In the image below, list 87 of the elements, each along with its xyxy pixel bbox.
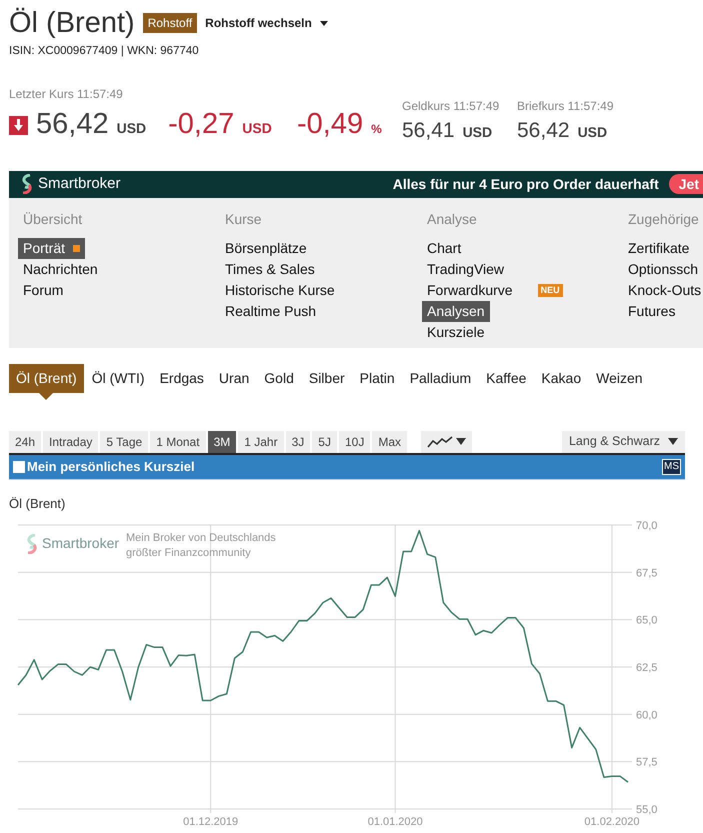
- checkbox[interactable]: [13, 460, 25, 473]
- axis-label: 62,5: [636, 662, 658, 674]
- quote-label: Briefkurs 11:57:49: [517, 98, 614, 116]
- currency: USD: [242, 119, 272, 138]
- currency: USD: [578, 123, 608, 142]
- percent-change: -0,49: [297, 107, 364, 142]
- menu-heading: Kurse: [225, 210, 262, 229]
- chart-title: Öl (Brent): [9, 494, 66, 513]
- period-button[interactable]: Max: [372, 430, 407, 453]
- cta-button[interactable]: Jet: [668, 174, 703, 194]
- axis-label: 55,0: [636, 804, 658, 816]
- axis-label: 01.02.2020: [584, 816, 640, 828]
- menu-link[interactable]: Forwardkurve: [422, 280, 518, 301]
- last-price: 56,42: [36, 107, 109, 142]
- menu-link[interactable]: TradingView: [422, 258, 510, 280]
- exchange-dropdown[interactable]: Lang & Schwarz: [562, 430, 685, 453]
- commodity-tab[interactable]: Weizen: [589, 364, 650, 393]
- watermark-text: Mein Broker von Deutschlands größter Finanzcommunity: [126, 531, 277, 562]
- menu-link[interactable]: Forum: [18, 280, 68, 301]
- menu-link[interactable]: Knock-Outs: [623, 280, 703, 301]
- axis-label: 60,0: [636, 710, 658, 722]
- category-badge: Rohstoff: [142, 13, 198, 33]
- commodity-tab[interactable]: Kakao: [534, 364, 588, 393]
- pointer-icon: [39, 392, 54, 400]
- menu-link[interactable]: Realtime Push: [220, 300, 322, 322]
- commodity-tab[interactable]: Uran: [212, 364, 256, 393]
- menu-link[interactable]: Historische Kurse: [220, 280, 340, 301]
- period-button[interactable]: 1 Monat: [150, 430, 206, 453]
- switch-dropdown[interactable]: Rohstoff wechseln: [205, 14, 328, 32]
- chart-type-button[interactable]: [421, 430, 472, 453]
- bid-price: 56,41: [402, 118, 455, 144]
- menu-heading: Analyse: [427, 210, 477, 229]
- percent-sign: %: [371, 121, 382, 138]
- quote-label: Geldkurs 11:57:49: [402, 98, 500, 116]
- axis-label: 70,0: [636, 520, 658, 532]
- promo-text: Alles für nur 4 Euro pro Order dauerhaft: [392, 174, 659, 194]
- period-button[interactable]: Intraday: [43, 430, 98, 453]
- new-badge: NEU: [538, 284, 563, 297]
- price-change: -0,27: [168, 107, 234, 142]
- menu-link[interactable]: Times & Sales: [220, 258, 320, 280]
- logo-icon: [21, 174, 33, 194]
- period-button[interactable]: 5 Tage: [100, 430, 148, 453]
- axis-label: 01.12.2019: [183, 816, 238, 828]
- axis-label: 65,0: [636, 614, 658, 627]
- axis-label: 57,5: [636, 756, 658, 769]
- target-label: Mein persönliches Kursziel: [27, 458, 195, 476]
- commodity-tab[interactable]: Platin: [352, 364, 402, 393]
- line-chart-icon: [427, 436, 453, 448]
- menu-link[interactable]: Börsenplätze: [220, 238, 312, 259]
- ask-price: 56,42: [517, 118, 570, 144]
- menu-link[interactable]: Chart: [422, 238, 466, 259]
- commodity-tab[interactable]: Erdgas: [152, 364, 211, 393]
- brand-name: Smartbroker: [38, 174, 121, 194]
- caret-icon: [456, 438, 466, 446]
- period-button[interactable]: 24h: [9, 430, 42, 453]
- period-button[interactable]: 1 Jahr: [238, 430, 284, 453]
- commodity-tab[interactable]: Öl (WTI): [84, 364, 152, 393]
- marker-icon: [73, 244, 80, 252]
- caret-icon: [668, 438, 678, 446]
- menu-link[interactable]: Kursziele: [422, 322, 490, 343]
- menu-link[interactable]: Futures: [623, 300, 680, 322]
- page-title: Öl (Brent): [9, 6, 135, 40]
- caret-icon: [320, 20, 328, 26]
- commodity-tab[interactable]: Kaffee: [479, 364, 534, 393]
- menu-heading: Übersicht: [23, 210, 82, 229]
- menu-heading: Zugehörige: [628, 210, 699, 229]
- ms-badge[interactable]: MS: [662, 458, 681, 475]
- period-button[interactable]: 3J: [286, 430, 310, 453]
- commodity-tab[interactable]: Silber: [302, 364, 352, 393]
- axis-label: 01.01.2020: [368, 816, 423, 828]
- currency: USD: [462, 123, 492, 142]
- quote-label: Letzter Kurs 11:57:49: [9, 86, 124, 104]
- identifiers: ISIN: XC0009677409 | WKN: 967740: [9, 44, 200, 59]
- period-button[interactable]: 5J: [312, 430, 337, 453]
- menu-link[interactable]: Porträt: [18, 238, 86, 259]
- currency: USD: [116, 119, 146, 138]
- axis-label: 67,5: [636, 568, 658, 580]
- commodity-tab[interactable]: Palladium: [402, 364, 478, 393]
- commodity-tab[interactable]: Gold: [257, 364, 301, 393]
- period-button[interactable]: 3M: [208, 430, 236, 453]
- logo-icon: [26, 534, 38, 554]
- menu-link[interactable]: Optionssch: [623, 258, 703, 280]
- watermark-brand: Smartbroker: [42, 534, 120, 554]
- menu-link[interactable]: Analysen: [422, 300, 490, 322]
- menu-link[interactable]: Nachrichten: [18, 258, 103, 280]
- period-button[interactable]: 10J: [338, 430, 370, 453]
- menu-link[interactable]: Zertifikate: [623, 238, 694, 259]
